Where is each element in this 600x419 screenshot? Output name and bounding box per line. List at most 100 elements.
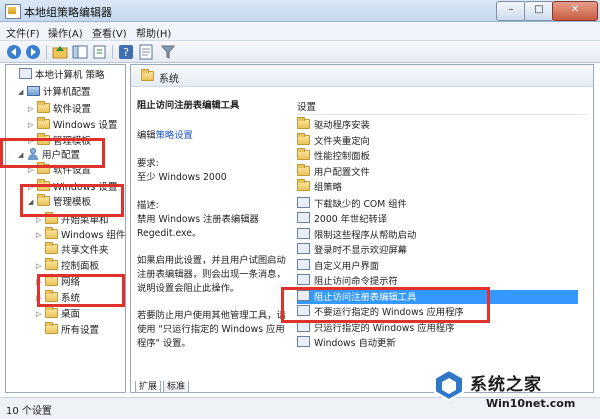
tree-item-label: Windows 组件: [61, 230, 126, 241]
tree-item[interactable]: ▷ Windows 组件: [36, 227, 126, 243]
settings-item-label: 用户配置文件: [314, 166, 370, 178]
maximize-button[interactable]: □: [524, 1, 554, 21]
policy-icon: [297, 258, 310, 270]
toolbar: ?: [0, 41, 600, 63]
title-bar: 本地组策略编辑器 – □ ✕: [0, 0, 600, 22]
folder-icon: [45, 322, 58, 334]
policy-icon: [297, 196, 310, 208]
watermark-logo: [432, 368, 466, 402]
tree-item-label: 共享文件夹: [61, 245, 109, 256]
folder-icon: [297, 117, 310, 129]
collapsed-arrow-icon[interactable]: ▷: [36, 307, 45, 322]
tree-item[interactable]: ◢ 计算机配置: [18, 85, 91, 100]
menu-bar: 文件(F) 操作(A) 查看(V) 帮助(H): [0, 22, 600, 41]
description-label: 描述:: [137, 200, 159, 211]
policy-icon: [297, 227, 310, 239]
tree-item[interactable]: ▷ 软件设置: [28, 101, 91, 117]
settings-item-label: 自定义用户界面: [314, 260, 380, 272]
settings-folder-item[interactable]: 组策略: [297, 179, 342, 195]
window-title: 本地组策略编辑器: [24, 6, 112, 19]
watermark-text: 系统之家: [470, 375, 542, 395]
close-button[interactable]: ✕: [552, 1, 598, 21]
folder-up-icon[interactable]: [52, 44, 68, 60]
settings-folder-item[interactable]: 文件夹重定向: [297, 132, 370, 149]
tab-standard[interactable]: 标准: [163, 381, 190, 392]
app-icon: [5, 4, 21, 19]
highlight-user-config: [0, 138, 105, 168]
edit-line: 编辑策略设置: [137, 129, 193, 143]
tree-item-label: 桌面: [61, 309, 81, 320]
settings-folder-item[interactable]: 驱动程序安装: [297, 117, 370, 133]
settings-item-label: 下载缺少的 COM 组件: [314, 198, 407, 210]
export-icon[interactable]: [92, 44, 108, 60]
folder-icon: [297, 148, 310, 160]
settings-column-label: 设置: [297, 102, 317, 113]
show-hide-tree-icon[interactable]: [72, 44, 88, 60]
back-arrow-icon[interactable]: [6, 44, 22, 60]
edit-prefix: 编辑: [137, 130, 156, 141]
settings-policy-item[interactable]: 2000 年世纪转译: [297, 212, 387, 226]
folder-icon: [297, 163, 310, 176]
tree-item[interactable]: ▷ 桌面: [36, 306, 81, 322]
properties-icon[interactable]: [138, 44, 154, 60]
settings-policy-item[interactable]: 自定义用户界面: [297, 258, 380, 273]
tree-item[interactable]: 所有设置: [36, 322, 100, 338]
collapsed-arrow-icon[interactable]: ▷: [36, 228, 45, 243]
collapsed-arrow-icon[interactable]: ▷: [28, 102, 37, 117]
forward-arrow-icon[interactable]: [25, 44, 41, 60]
requirements-value: 至少 Windows 2000: [137, 172, 227, 183]
menu-file[interactable]: 文件(F): [6, 25, 40, 40]
tree-item[interactable]: 共享文件夹: [36, 242, 109, 258]
settings-policy-item[interactable]: 登录时不显示欢迎屏幕: [297, 243, 407, 257]
description-line: 注册表编辑器，则会出现一条消息，: [137, 269, 286, 280]
highlight-registry-policy: [281, 287, 490, 323]
tree-pane: 本地计算机 策略 ◢ 计算机配置 ▷ 软件设置 ▷ Windows 设置 ▷ 管理模板 ◢ 用户配置…: [5, 64, 126, 393]
toolbar-separator: [46, 45, 47, 59]
highlight-admin-templates: [20, 184, 124, 217]
description-line: 使用 "只运行指定的 Windows 应用: [137, 324, 285, 335]
settings-item-label: Windows 自动更新: [314, 338, 396, 349]
settings-policy-item[interactable]: 阻止访问命令提示符: [297, 274, 398, 288]
menu-view[interactable]: 查看(V): [92, 25, 127, 40]
folder-icon: [45, 242, 58, 254]
filter-icon[interactable]: [160, 44, 176, 60]
edit-policy-link[interactable]: 策略设置: [156, 130, 193, 141]
collapsed-arrow-icon[interactable]: ▷: [28, 118, 37, 133]
expanded-arrow-icon[interactable]: ◢: [18, 85, 27, 100]
tree-item[interactable]: ▷ Windows 设置: [28, 117, 117, 133]
settings-folder-item[interactable]: 性能控制面板: [297, 148, 370, 164]
tree-item[interactable]: 本地计算机 策略: [10, 68, 105, 83]
details-header-title: 系统: [159, 74, 179, 85]
settings-item-label: 只运行指定的 Windows 应用程序: [314, 322, 455, 334]
details-header: 系统: [131, 65, 593, 87]
watermark-url: Win10net.com: [486, 397, 576, 410]
tab-extended[interactable]: 扩展: [135, 381, 162, 392]
folder-icon: [37, 117, 50, 129]
description-line: 程序" 设置。: [137, 338, 191, 349]
details-pane: 系统 阻止访问注册表编辑工具 编辑策略设置 要求: 至少 Windows 200…: [130, 64, 594, 393]
settings-item-label: 组策略: [314, 182, 342, 193]
settings-policy-item[interactable]: 限制这些程序从帮助启动: [297, 227, 416, 242]
tree-item-label: 所有设置: [61, 325, 100, 336]
settings-folder-item[interactable]: 用户配置文件: [297, 163, 370, 180]
policy-icon: [297, 274, 310, 285]
settings-policy-item[interactable]: 下载缺少的 COM 组件: [297, 196, 407, 211]
folder-icon: [297, 132, 310, 145]
settings-item-label: 性能控制面板: [314, 151, 370, 162]
tree-item[interactable]: ▷ 控制面板: [36, 258, 99, 274]
computer-icon: [27, 86, 40, 96]
minimize-button[interactable]: –: [496, 1, 526, 21]
folder-icon: [45, 227, 58, 239]
tree-item-label: 计算机配置: [43, 87, 91, 98]
help-icon[interactable]: ?: [118, 44, 134, 60]
settings-item-label: 阻止访问命令提示符: [314, 276, 398, 287]
settings-policy-item[interactable]: Windows 自动更新: [297, 336, 396, 350]
folder-icon: [37, 101, 50, 113]
description-line: 禁用 Windows 注册表编辑器: [137, 214, 259, 225]
description-line: 说明设置会阻止此操作。: [137, 283, 240, 294]
collapsed-arrow-icon[interactable]: ▷: [36, 259, 45, 274]
menu-help[interactable]: 帮助(H): [136, 25, 171, 40]
settings-column-header[interactable]: 设置: [297, 99, 587, 115]
tree-item-label: 本地计算机 策略: [35, 70, 105, 81]
menu-action[interactable]: 操作(A): [48, 25, 83, 40]
